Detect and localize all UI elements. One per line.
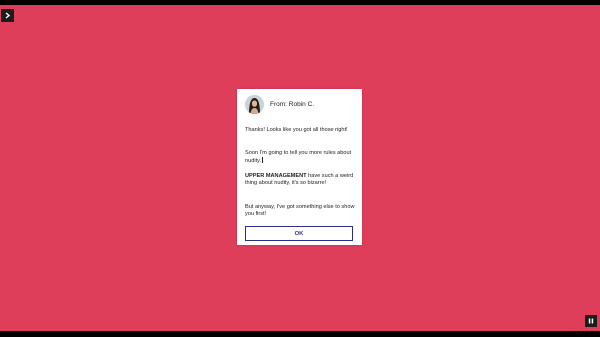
- dialog-header: From: Robin C.: [245, 95, 314, 114]
- message-paragraph-1: Thanks! Looks like you got all those rig…: [245, 127, 348, 133]
- avatar: [245, 95, 264, 114]
- pause-button[interactable]: [585, 315, 597, 327]
- message-paragraph-4: But anyway, I've got something else to s…: [245, 204, 355, 218]
- pause-icon: [588, 318, 594, 324]
- chevron-right-icon: [5, 12, 11, 19]
- emphasis-text: UPPER MANAGEMENT: [245, 173, 307, 179]
- sender-label: From: Robin C.: [270, 101, 315, 108]
- avatar-icon: [245, 95, 264, 114]
- message-paragraph-3: UPPER MANAGEMENT have such a weird thing…: [245, 173, 354, 187]
- game-stage: From: Robin C. Thanks! Looks like you go…: [0, 5, 600, 331]
- ok-button[interactable]: OK: [245, 226, 353, 241]
- menu-toggle-button[interactable]: [1, 9, 14, 22]
- text-cursor: [262, 157, 264, 164]
- message-paragraph-2: Soon I'm going to tell you more rules ab…: [245, 150, 352, 165]
- message-dialog: From: Robin C. Thanks! Looks like you go…: [237, 89, 362, 245]
